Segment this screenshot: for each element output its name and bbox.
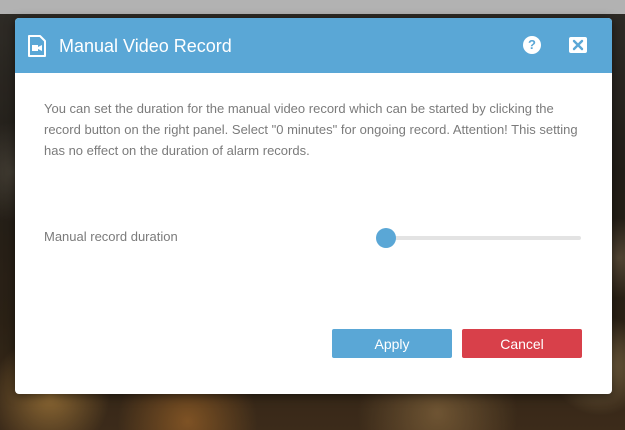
close-icon[interactable] (568, 36, 588, 54)
dialog-header: Manual Video Record ? (15, 18, 612, 73)
cancel-button[interactable]: Cancel (462, 329, 582, 358)
slider-track[interactable] (384, 236, 581, 240)
record-duration-label: Manual record duration (44, 229, 178, 244)
description-text: You can set the duration for the manual … (44, 101, 578, 158)
slider-thumb[interactable] (376, 228, 396, 248)
dialog-title: Manual Video Record (59, 36, 232, 56)
record-duration-slider[interactable] (376, 227, 582, 249)
apply-button[interactable]: Apply (332, 329, 452, 358)
manual-video-record-dialog: Manual Video Record ? You can set the du… (15, 18, 612, 394)
help-icon[interactable]: ? (523, 36, 541, 54)
dialog-body: You can set the duration for the manual … (44, 98, 584, 161)
video-file-icon (28, 35, 46, 57)
